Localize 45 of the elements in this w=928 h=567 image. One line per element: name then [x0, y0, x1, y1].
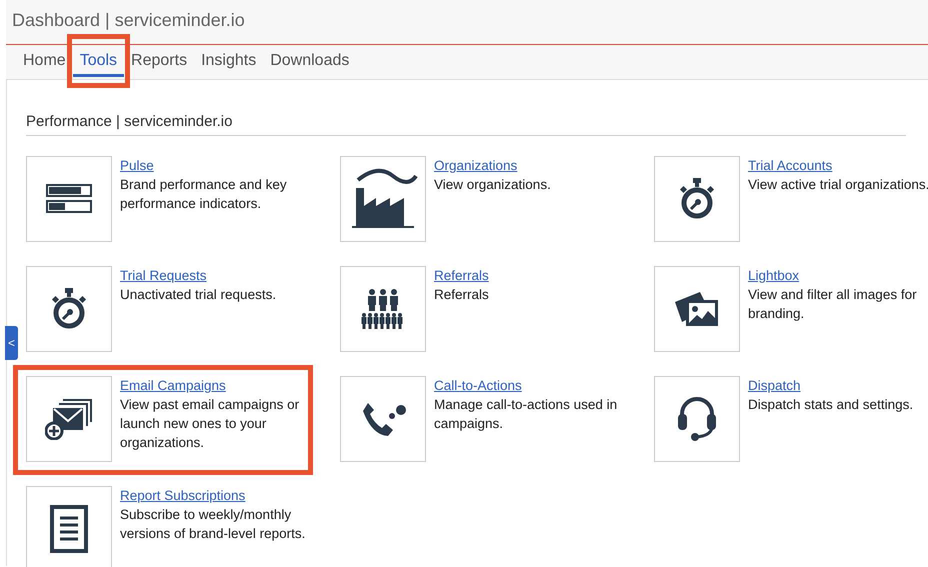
- tool-tile[interactable]: [26, 486, 112, 567]
- tool-description: Unactivated trial requests.: [120, 286, 278, 304]
- document-icon: [50, 505, 88, 553]
- nav-tab[interactable]: Reports: [124, 45, 194, 77]
- tool-link[interactable]: Call-to-Actions: [434, 376, 522, 395]
- nav-tab[interactable]: Tools: [72, 45, 124, 77]
- window-title: Dashboard | serviceminder.io: [12, 10, 245, 31]
- stopwatch-icon: [679, 178, 715, 220]
- sidebar-toggle[interactable]: <: [5, 326, 18, 360]
- tool-link[interactable]: Referrals: [434, 266, 489, 285]
- tool-tile[interactable]: [340, 156, 426, 242]
- tool-tile[interactable]: [26, 266, 112, 352]
- tool-tile[interactable]: [340, 266, 426, 352]
- tool-description: Dispatch stats and settings.: [748, 396, 914, 414]
- bars-icon: [46, 184, 92, 214]
- stopwatch-icon: [51, 288, 87, 330]
- tool-link[interactable]: Pulse: [120, 156, 154, 175]
- tool-link[interactable]: Email Campaigns: [120, 376, 226, 395]
- tool-link[interactable]: Dispatch: [748, 376, 801, 395]
- tool-tile[interactable]: [26, 156, 112, 242]
- nav-tab[interactable]: Downloads: [263, 45, 356, 77]
- section-heading: Performance | serviceminder.io: [26, 80, 906, 136]
- tool-tile[interactable]: [26, 376, 112, 462]
- tool-link[interactable]: Trial Accounts: [748, 156, 832, 175]
- email-plus-icon: [45, 398, 93, 440]
- tool-description: Manage call-to-actions used in campaigns.: [434, 396, 618, 433]
- headset-icon: [676, 396, 718, 442]
- tool-tile[interactable]: [654, 156, 740, 242]
- tool-description: View organizations.: [434, 176, 552, 194]
- tool-description: View active trial organizations.: [748, 176, 928, 194]
- tool-description: View past email campaigns or launch new ones to your organizations.: [120, 396, 300, 452]
- tool-link[interactable]: Trial Requests: [120, 266, 207, 285]
- tool-link[interactable]: Lightbox: [748, 266, 800, 285]
- tool-tile[interactable]: [654, 266, 740, 352]
- tool-link[interactable]: Report Subscriptions: [120, 486, 246, 505]
- tool-tile[interactable]: [654, 376, 740, 462]
- tool-description: Brand performance and key performance indicators.: [120, 176, 288, 213]
- tool-tile[interactable]: [340, 376, 426, 462]
- tool-link[interactable]: Organizations: [434, 156, 518, 175]
- tool-description: View and filter all images for branding.: [748, 286, 918, 323]
- nav-tab[interactable]: Home: [16, 45, 73, 77]
- tool-description: Referrals: [434, 286, 490, 304]
- nav-tab[interactable]: Insights: [194, 45, 264, 77]
- tool-description: Subscribe to weekly/monthly versions of brand-level reports.: [120, 506, 306, 543]
- photos-icon: [674, 290, 720, 328]
